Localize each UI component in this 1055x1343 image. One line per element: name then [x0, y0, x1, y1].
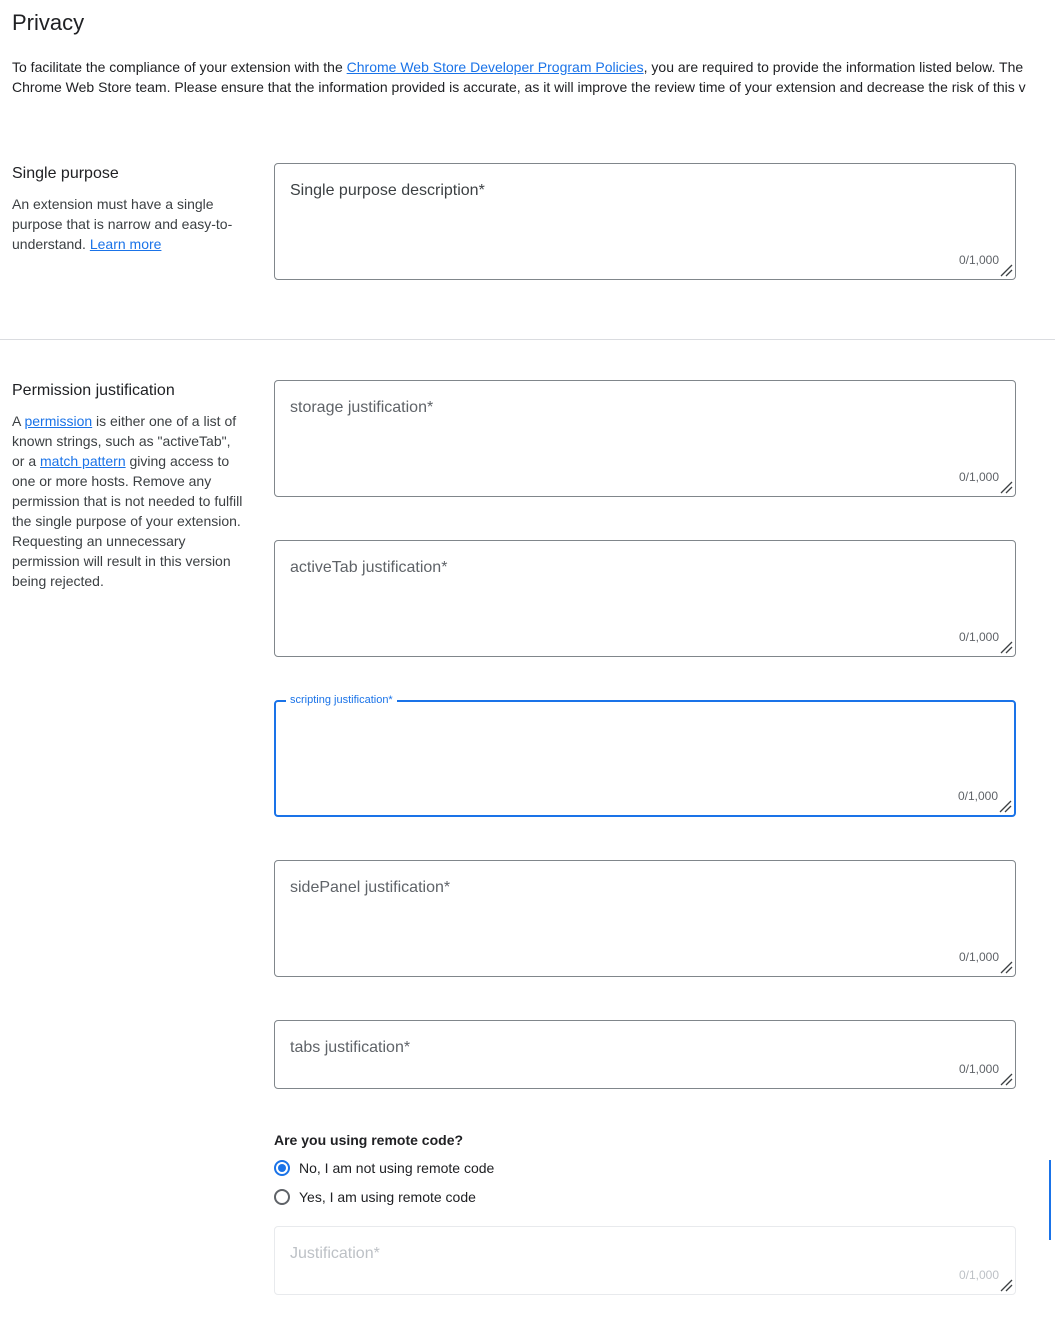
char-counter: 0/1,000	[958, 950, 999, 964]
intro-line1-prefix: To facilitate the compliance of your ext…	[12, 59, 347, 75]
scripting-justification-label: scripting justification*	[286, 694, 397, 706]
resize-handle-icon[interactable]	[999, 640, 1013, 654]
radio-selected-icon[interactable]	[274, 1160, 290, 1176]
radio-unselected-icon[interactable]	[274, 1189, 290, 1205]
char-counter: 0/1,000	[958, 1268, 999, 1282]
resize-handle-icon[interactable]	[999, 263, 1013, 277]
permission-justification-description: A permission is either one of a list of …	[12, 413, 243, 589]
resize-handle-icon[interactable]	[999, 480, 1013, 494]
char-counter: 0/1,000	[957, 789, 998, 803]
radio-no-remote-code[interactable]: No, I am not using remote code	[274, 1160, 494, 1176]
resize-handle-icon[interactable]	[999, 960, 1013, 974]
program-policies-link[interactable]: Chrome Web Store Developer Program Polic…	[347, 59, 644, 75]
char-counter: 0/1,000	[958, 1062, 999, 1076]
intro-line2: Chrome Web Store team. Please ensure tha…	[12, 79, 1026, 95]
page-title: Privacy	[12, 10, 85, 35]
activetab-justification-label: activeTab justification*	[290, 559, 448, 576]
sidepanel-justification-label: sidePanel justification*	[290, 879, 451, 896]
char-counter: 0/1,000	[958, 253, 999, 267]
sidepanel-justification-field[interactable]: sidePanel justification* 0/1,000	[274, 860, 1016, 977]
storage-justification-label: storage justification*	[290, 399, 434, 416]
single-purpose-label: Single purpose description*	[290, 182, 485, 199]
single-purpose-field[interactable]: Single purpose description* 0/1,000	[274, 163, 1016, 280]
radio-yes-remote-code[interactable]: Yes, I am using remote code	[274, 1189, 476, 1205]
resize-handle-icon[interactable]	[998, 799, 1012, 813]
resize-handle-icon[interactable]	[999, 1072, 1013, 1086]
remote-code-justification-label: Justification*	[290, 1245, 380, 1262]
char-counter: 0/1,000	[958, 470, 999, 484]
storage-justification-field[interactable]: storage justification* 0/1,000	[274, 380, 1016, 497]
scripting-justification-field[interactable]: scripting justification* 0/1,000	[274, 694, 1016, 817]
learn-more-link[interactable]: Learn more	[90, 236, 162, 252]
remote-code-question: Are you using remote code?	[274, 1132, 464, 1148]
char-counter: 0/1,000	[958, 630, 999, 644]
intro-text: To facilitate the compliance of your ext…	[12, 57, 1055, 97]
permission-justification-heading: Permission justification	[12, 382, 175, 399]
permission-link[interactable]: permission	[24, 413, 92, 429]
activetab-justification-field[interactable]: activeTab justification* 0/1,000	[274, 540, 1016, 657]
scrollbar-thumb[interactable]	[1049, 1160, 1051, 1240]
intro-line1-suffix: , you are required to provide the inform…	[643, 59, 1024, 75]
remote-code-justification-field: Justification* 0/1,000	[274, 1226, 1016, 1295]
single-purpose-heading: Single purpose	[12, 165, 119, 182]
match-pattern-link[interactable]: match pattern	[40, 453, 126, 469]
resize-handle-icon	[1000, 1279, 1013, 1292]
tabs-justification-label: tabs justification*	[290, 1039, 411, 1056]
tabs-justification-field[interactable]: tabs justification* 0/1,000	[274, 1020, 1016, 1089]
single-purpose-description: An extension must have a single purpose …	[12, 196, 233, 252]
radio-yes-remote-code-label: Yes, I am using remote code	[299, 1189, 476, 1205]
section-divider	[0, 339, 1055, 340]
radio-no-remote-code-label: No, I am not using remote code	[299, 1160, 495, 1176]
